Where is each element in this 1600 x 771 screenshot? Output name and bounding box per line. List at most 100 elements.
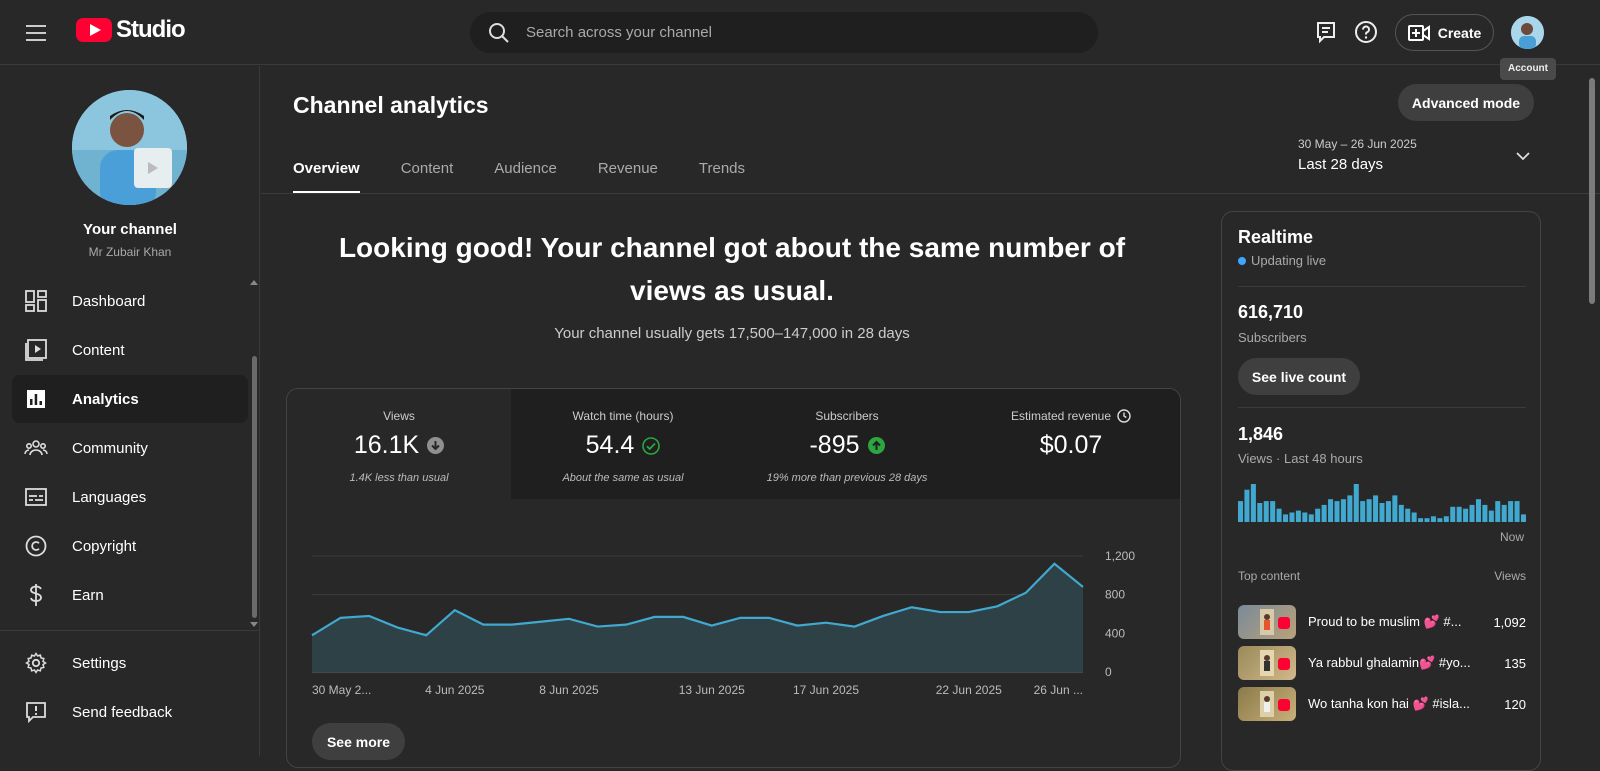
comment-icon[interactable] (1314, 20, 1338, 44)
date-range-picker[interactable]: 30 May – 26 Jun 2025 Last 28 days (1298, 137, 1530, 177)
studio-logo[interactable]: Studio (76, 16, 186, 44)
realtime-bar[interactable] (1353, 484, 1359, 522)
realtime-bar[interactable] (1463, 508, 1469, 522)
realtime-bar[interactable] (1508, 501, 1514, 522)
sidebar-scroll-up-arrow[interactable] (250, 280, 258, 285)
see-live-count-button[interactable]: See live count (1238, 358, 1360, 395)
realtime-bar[interactable] (1295, 510, 1301, 522)
realtime-bar[interactable] (1321, 504, 1327, 522)
data-point[interactable] (907, 602, 917, 612)
realtime-bar[interactable] (1437, 518, 1443, 522)
tab-overview[interactable]: Overview (293, 160, 360, 194)
realtime-bar[interactable] (1520, 514, 1526, 522)
realtime-bar[interactable] (1495, 501, 1501, 522)
data-point[interactable] (678, 612, 688, 622)
realtime-bar[interactable] (1302, 512, 1308, 523)
sidebar-item-settings[interactable]: Settings (12, 639, 248, 687)
realtime-bar[interactable] (1340, 499, 1346, 522)
menu-icon[interactable] (24, 20, 52, 46)
realtime-bar[interactable] (1514, 501, 1520, 522)
realtime-bar[interactable] (1411, 512, 1417, 523)
data-point[interactable] (1049, 559, 1059, 569)
tab-content[interactable]: Content (401, 160, 454, 194)
data-point[interactable] (850, 622, 860, 632)
realtime-bar[interactable] (1315, 508, 1321, 522)
data-point[interactable] (735, 613, 745, 623)
realtime-bar[interactable] (1257, 503, 1263, 522)
top-content-item[interactable]: Proud to be muslim 💕 #... 1,092 (1238, 605, 1526, 639)
realtime-bar[interactable] (1308, 514, 1314, 522)
data-point[interactable] (535, 617, 545, 627)
data-point[interactable] (450, 605, 460, 615)
data-point[interactable] (992, 601, 1002, 611)
top-content-item[interactable]: Wo tanha kon hai 💕 #isla... 120 (1238, 687, 1526, 721)
page-scrollbar[interactable] (1589, 78, 1595, 304)
realtime-bar[interactable] (1443, 516, 1449, 522)
data-point[interactable] (764, 613, 774, 623)
data-point[interactable] (1078, 582, 1088, 592)
sidebar-item-community[interactable]: Community (12, 424, 248, 472)
data-point[interactable] (821, 618, 831, 628)
metric-views[interactable]: Views 16.1K 1.4K less than usual (287, 389, 511, 499)
realtime-bar[interactable] (1289, 512, 1295, 523)
sidebar-item-send-feedback[interactable]: Send feedback (12, 688, 248, 736)
realtime-bar[interactable] (1334, 501, 1340, 522)
metric-subscribers[interactable]: Subscribers -895 19% more than previous … (735, 389, 959, 499)
tab-trends[interactable]: Trends (699, 160, 745, 194)
data-point[interactable] (935, 607, 945, 617)
sidebar-scroll-down-arrow[interactable] (250, 622, 258, 627)
sidebar-item-copyright[interactable]: Copyright (12, 522, 248, 570)
clock-icon[interactable] (1117, 409, 1131, 423)
realtime-bar[interactable] (1450, 506, 1456, 522)
data-point[interactable] (364, 611, 374, 621)
sidebar-item-dashboard[interactable]: Dashboard (12, 277, 248, 325)
data-point[interactable] (336, 613, 346, 623)
account-avatar[interactable] (1511, 16, 1544, 49)
data-point[interactable] (621, 620, 631, 630)
realtime-bar[interactable] (1379, 503, 1385, 522)
realtime-bar[interactable] (1418, 518, 1424, 522)
realtime-bar[interactable] (1392, 495, 1398, 522)
metric-watch-time[interactable]: Watch time (hours) 54.4 About the same a… (511, 389, 735, 499)
data-point[interactable] (507, 620, 517, 630)
sidebar-item-languages[interactable]: Languages (12, 473, 248, 521)
sidebar-item-content[interactable]: Content (12, 326, 248, 374)
realtime-bar[interactable] (1283, 514, 1289, 522)
realtime-bar[interactable] (1456, 506, 1462, 522)
data-point[interactable] (964, 607, 974, 617)
realtime-bar[interactable] (1250, 484, 1256, 522)
realtime-bar[interactable] (1488, 510, 1494, 522)
data-point[interactable] (421, 630, 431, 640)
search-bar[interactable] (470, 12, 1098, 53)
realtime-bar[interactable] (1373, 495, 1379, 522)
realtime-bar[interactable] (1385, 501, 1391, 522)
data-point[interactable] (593, 622, 603, 632)
realtime-bar[interactable] (1398, 504, 1404, 522)
realtime-bar[interactable] (1276, 508, 1282, 522)
sidebar-item-analytics[interactable]: Analytics (12, 375, 248, 423)
tab-revenue[interactable]: Revenue (598, 160, 658, 194)
realtime-bar[interactable] (1347, 495, 1353, 522)
realtime-bar[interactable] (1405, 508, 1411, 522)
realtime-bar[interactable] (1263, 501, 1269, 522)
tab-audience[interactable]: Audience (494, 160, 557, 194)
realtime-bar[interactable] (1424, 518, 1430, 522)
top-content-item[interactable]: Ya rabbul ghalamin💕 #yo... 135 (1238, 646, 1526, 680)
realtime-bar[interactable] (1238, 501, 1244, 522)
sidebar-scrollbar[interactable] (252, 356, 257, 618)
realtime-bar[interactable] (1482, 504, 1488, 522)
create-button[interactable]: Create (1395, 14, 1494, 51)
realtime-bar[interactable] (1328, 499, 1334, 522)
realtime-bar[interactable] (1360, 501, 1366, 522)
data-point[interactable] (1021, 588, 1031, 598)
data-point[interactable] (792, 621, 802, 631)
search-input[interactable] (526, 24, 1046, 41)
realtime-bar[interactable] (1270, 501, 1276, 522)
realtime-bar[interactable] (1501, 504, 1507, 522)
see-more-button[interactable]: See more (312, 723, 405, 760)
data-point[interactable] (393, 623, 403, 633)
help-icon[interactable] (1354, 20, 1378, 44)
realtime-bar[interactable] (1430, 516, 1436, 522)
realtime-bar[interactable] (1244, 489, 1250, 522)
data-point[interactable] (307, 630, 317, 640)
